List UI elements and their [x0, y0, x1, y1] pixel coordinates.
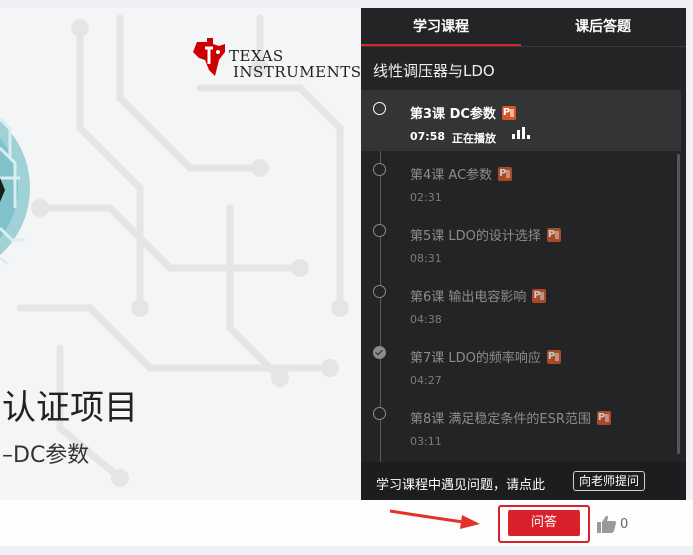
- help-text: 学习课程中遇见问题，请点此: [376, 478, 546, 493]
- slide-subtitle: –DC参数: [2, 443, 90, 468]
- ti-logo-text-line2: INSTRUMENTS: [233, 63, 361, 81]
- timeline-dot-icon: [373, 163, 386, 176]
- lesson-duration: 02:31: [410, 191, 442, 204]
- thumbs-up-icon[interactable]: [597, 515, 617, 533]
- tab-courses[interactable]: 学习课程: [361, 8, 521, 46]
- lesson-name: 第5课 LDO的设计选择: [410, 225, 561, 244]
- lesson-name: 第6课 输出电容影响: [410, 286, 547, 305]
- lesson-duration: 04:38: [410, 313, 442, 326]
- lesson-name: 第7课 LDO的频率响应: [410, 347, 561, 366]
- red-arrow-annotation: [389, 509, 480, 529]
- lesson-item-8[interactable]: 第8课 满足稳定条件的ESR范围 03:11: [361, 395, 681, 456]
- lesson-item-6[interactable]: 第6课 输出电容影响 04:38: [361, 273, 681, 334]
- course-title: 线性调压器与LDO: [373, 62, 495, 80]
- divider: [361, 46, 686, 47]
- ppt-icon: [596, 411, 611, 425]
- timeline-dot-icon: [373, 285, 386, 298]
- lesson-list[interactable]: 第3课 DC参数 07:58 正在播放 第4课 AC参数 02:31 第5课 L…: [361, 90, 681, 462]
- lesson-duration: 08:31: [410, 252, 442, 265]
- qa-button[interactable]: 问答: [508, 510, 580, 536]
- ask-teacher-button[interactable]: 向老师提问: [573, 471, 646, 491]
- course-sidebar: 学习课程 课后答题 线性调压器与LDO 第3课 DC参数 07:58 正在播放: [361, 8, 686, 500]
- lesson-duration: 04:27: [410, 374, 442, 387]
- ppt-icon: [546, 350, 561, 364]
- lesson-item-3[interactable]: 第3课 DC参数 07:58 正在播放: [361, 90, 681, 151]
- completed-check-icon: [373, 346, 386, 359]
- timeline-dot-icon: [373, 102, 386, 115]
- lesson-name: 第4课 AC参数: [410, 164, 513, 183]
- app-window: TEXAS INSTRUMENTS 认证项目 –DC参数 学习课程 课后答题 线…: [0, 0, 693, 555]
- now-playing-label: 正在播放: [452, 132, 496, 145]
- like-count: 0: [620, 517, 629, 532]
- ti-logo-text-line1: TEXAS: [229, 47, 284, 65]
- timeline-dot-icon: [373, 224, 386, 237]
- ppt-icon: [498, 167, 513, 181]
- lesson-item-5[interactable]: 第5课 LDO的设计选择 08:31: [361, 212, 681, 273]
- lesson-name: 第8课 满足稳定条件的ESR范围: [410, 408, 611, 427]
- ppt-icon: [501, 106, 516, 120]
- lesson-item-4[interactable]: 第4课 AC参数 02:31: [361, 151, 681, 212]
- chip-graphic: [0, 116, 30, 266]
- lesson-duration: 07:58: [410, 130, 446, 143]
- video-player[interactable]: TEXAS INSTRUMENTS 认证项目 –DC参数: [0, 8, 361, 500]
- timeline-dot-icon: [373, 407, 386, 420]
- lesson-duration: 03:11: [410, 435, 442, 448]
- help-bar: 学习课程中遇见问题，请点此 向老师提问: [361, 462, 686, 500]
- ppt-icon: [546, 228, 561, 242]
- lesson-name: 第3课 DC参数: [410, 103, 516, 122]
- equalizer-icon: [512, 127, 530, 139]
- slide-title: 认证项目: [2, 388, 138, 428]
- ppt-icon: [532, 289, 547, 303]
- tab-quiz[interactable]: 课后答题: [523, 8, 683, 46]
- lesson-item-7[interactable]: 第7课 LDO的频率响应 04:27: [361, 334, 681, 395]
- lesson-list-scrollbar[interactable]: [677, 154, 680, 454]
